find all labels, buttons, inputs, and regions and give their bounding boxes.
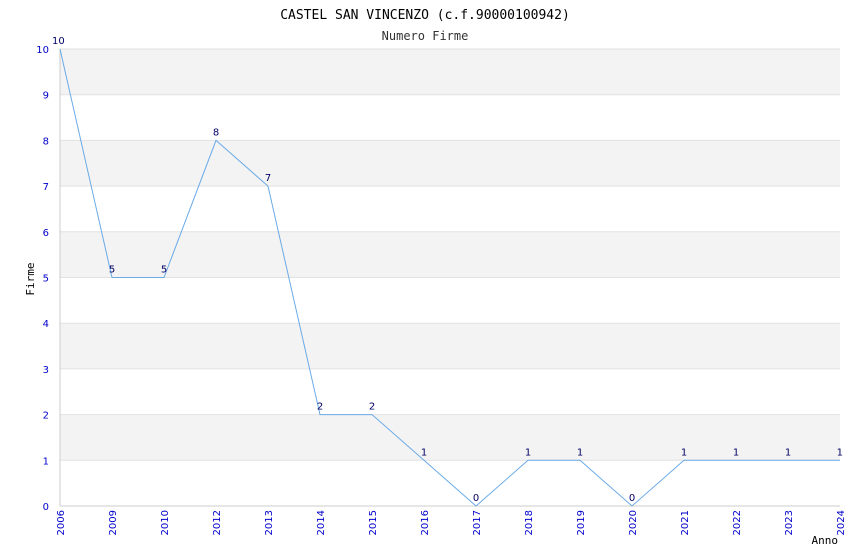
x-tick-label: 2019 xyxy=(576,510,587,535)
x-tick-label: 2023 xyxy=(784,510,795,535)
x-tick-label: 2006 xyxy=(56,510,67,535)
grid-band xyxy=(60,94,840,141)
x-tick-label: 2018 xyxy=(524,510,535,535)
data-label: 1 xyxy=(525,447,531,458)
line-chart: CASTEL SAN VINCENZO (c.f.90000100942) Nu… xyxy=(24,8,847,547)
grid-band xyxy=(60,140,840,187)
x-tick-label: 2015 xyxy=(368,510,379,535)
x-axis-label: Anno xyxy=(812,534,839,547)
data-label: 2 xyxy=(369,402,375,413)
x-tick-label: 2012 xyxy=(212,510,223,535)
chart-subtitle: Numero Firme xyxy=(382,29,469,43)
y-axis-label: Firme xyxy=(24,262,37,295)
data-label: 8 xyxy=(213,127,219,138)
y-tick-label: 0 xyxy=(43,502,49,513)
data-label: 0 xyxy=(629,493,635,504)
y-tick-label: 9 xyxy=(43,91,49,102)
y-tick-label: 10 xyxy=(36,45,49,56)
y-tick-label: 5 xyxy=(43,274,49,285)
x-tick-label: 2016 xyxy=(420,510,431,535)
data-label: 7 xyxy=(265,173,271,184)
data-label: 10 xyxy=(52,36,65,47)
grid-band xyxy=(60,368,840,415)
y-axis-ticks: 0 1 2 3 4 5 6 7 8 9 10 xyxy=(36,45,49,513)
data-label: 1 xyxy=(421,447,427,458)
grid-band xyxy=(60,277,840,324)
grid-band xyxy=(60,49,840,95)
y-tick-label: 3 xyxy=(43,365,49,376)
x-tick-label: 2014 xyxy=(316,510,327,535)
x-tick-label: 2024 xyxy=(836,510,847,535)
data-label: 5 xyxy=(109,265,115,276)
data-label: 0 xyxy=(473,493,479,504)
x-tick-label: 2017 xyxy=(472,510,483,535)
x-tick-label: 2020 xyxy=(628,510,639,535)
x-tick-label: 2010 xyxy=(160,510,171,535)
chart-title: CASTEL SAN VINCENZO (c.f.90000100942) xyxy=(280,8,570,23)
grid-band xyxy=(60,231,840,278)
y-tick-label: 6 xyxy=(43,228,49,239)
x-tick-label: 2021 xyxy=(680,510,691,535)
data-label: 1 xyxy=(577,447,583,458)
grid-band xyxy=(60,414,840,461)
data-label: 1 xyxy=(785,447,791,458)
data-label: 1 xyxy=(681,447,687,458)
y-tick-label: 4 xyxy=(43,319,49,330)
grid-bands xyxy=(59,48,840,507)
grid-band xyxy=(60,186,840,232)
x-tick-label: 2009 xyxy=(108,510,119,535)
x-tick-label: 2022 xyxy=(732,510,743,535)
data-label: 1 xyxy=(837,447,843,458)
y-tick-label: 8 xyxy=(43,136,49,147)
y-tick-label: 7 xyxy=(43,182,49,193)
grid-band xyxy=(60,323,840,369)
y-tick-label: 2 xyxy=(43,411,49,422)
data-label: 2 xyxy=(317,402,323,413)
y-tick-label: 1 xyxy=(43,456,49,467)
x-axis-ticks: 2006 2009 2010 2012 2013 2014 2015 2016 2017 2018… xyxy=(56,510,847,535)
data-label: 1 xyxy=(733,447,739,458)
x-tick-label: 2013 xyxy=(264,510,275,535)
data-label: 5 xyxy=(161,265,167,276)
